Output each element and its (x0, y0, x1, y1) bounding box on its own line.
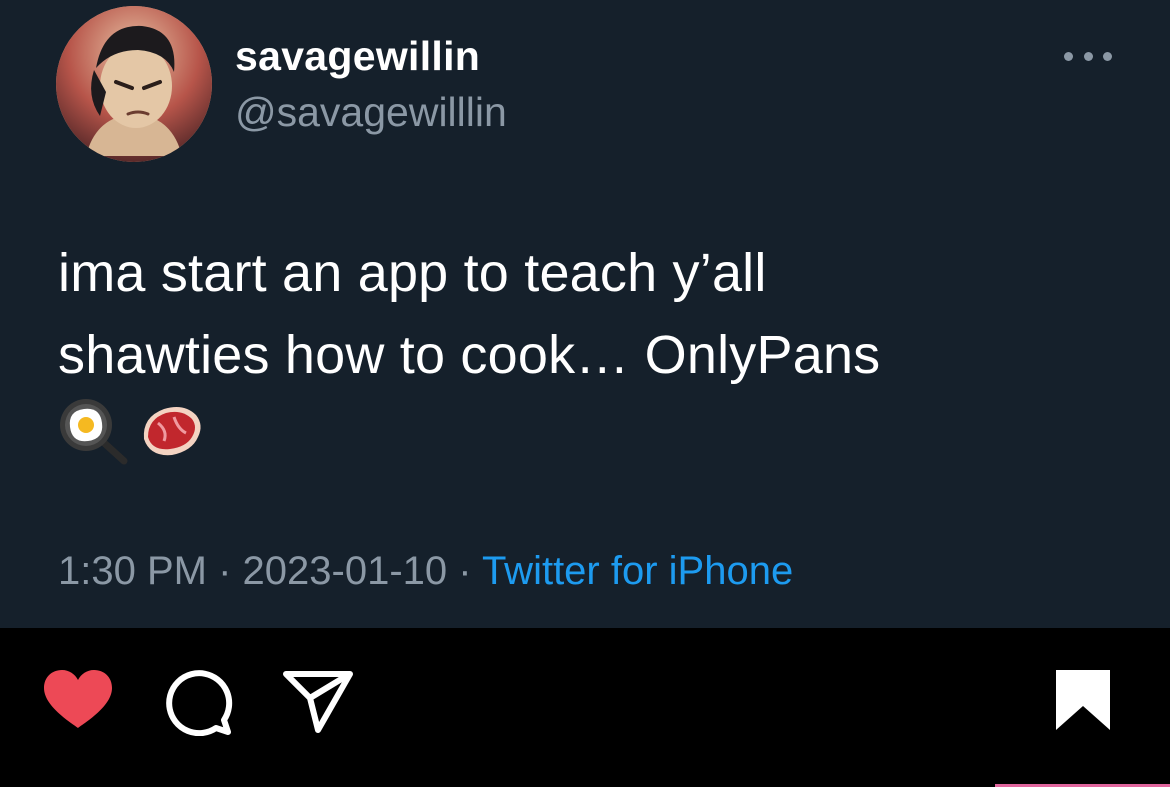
emoji-row (58, 396, 204, 466)
comment-icon (166, 670, 233, 737)
frying-pan-egg-icon (60, 399, 128, 465)
tweet-card: savagewillin @savagewilllin ima start an… (0, 0, 1170, 628)
tweet-time: 1:30 PM (58, 549, 207, 593)
meta-separator: · (206, 549, 243, 593)
avatar[interactable] (56, 6, 212, 162)
cut-of-meat-icon (143, 407, 201, 456)
heart-icon (44, 670, 112, 728)
more-options-icon[interactable] (1064, 44, 1112, 68)
post-action-bar (0, 628, 1170, 787)
share-button[interactable] (282, 666, 354, 736)
avatar-image (56, 6, 212, 162)
like-button[interactable] (42, 668, 114, 732)
comment-button[interactable] (164, 666, 234, 737)
tweet-text-line: ima start an app to teach y’all (58, 243, 767, 303)
tweet-text: ima start an app to teach y’all shawties… (58, 232, 1118, 396)
more-dot (1064, 51, 1073, 61)
tweet-text-line: shawties how to cook… OnlyPans (58, 325, 881, 385)
share-icon (283, 671, 353, 733)
save-button[interactable] (1054, 668, 1112, 732)
tweet-date: 2023-01-10 (242, 549, 448, 593)
display-name[interactable]: savagewillin (235, 32, 480, 80)
bookmark-icon (1056, 670, 1110, 730)
more-dot (1103, 51, 1112, 61)
tweet-meta: 1:30 PM · 2023-01-10 · Twitter for iPhon… (58, 545, 793, 597)
meta-separator: · (447, 549, 482, 593)
more-dot (1083, 51, 1093, 61)
tweet-source-link[interactable]: Twitter for iPhone (482, 549, 793, 593)
user-handle[interactable]: @savagewilllin (235, 88, 507, 136)
